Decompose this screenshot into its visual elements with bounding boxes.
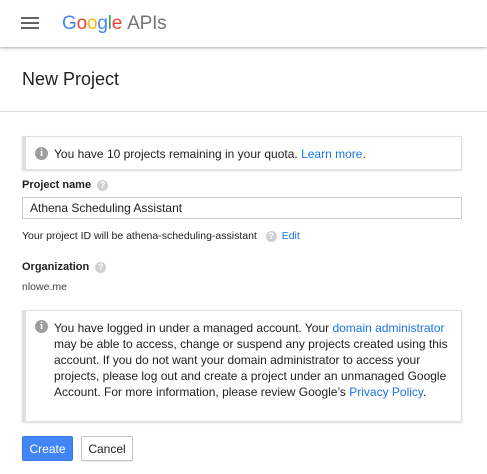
organization-label-text: Organization <box>22 261 90 273</box>
project-id-prefix: Your project ID will be <box>22 230 124 242</box>
logo-letter: g <box>97 13 108 34</box>
cancel-button[interactable]: Cancel <box>81 436 133 461</box>
logo-letter: o <box>76 13 88 34</box>
project-name-input[interactable] <box>22 197 462 219</box>
hamburger-menu-icon[interactable] <box>18 14 42 34</box>
quota-text: You have 10 projects remaining in your q… <box>54 147 366 161</box>
quota-notice: i You have 10 projects remaining in your… <box>22 136 462 170</box>
managed-text-part3: . <box>423 385 427 399</box>
project-id-line: Your project ID will be athena-schedulin… <box>22 230 300 242</box>
help-icon[interactable]: ? <box>97 179 109 191</box>
page-title: New Project <box>22 69 120 89</box>
quota-message: You have 10 projects remaining in your q… <box>54 147 298 161</box>
managed-text-part1: You have logged in under a managed accou… <box>54 321 333 335</box>
managed-account-notice: i You have logged in under a managed acc… <box>22 310 462 422</box>
managed-account-text: You have logged in under a managed accou… <box>54 320 454 400</box>
info-icon: i <box>35 147 48 160</box>
privacy-policy-link[interactable]: Privacy Policy <box>349 385 423 399</box>
top-app-bar: Google APIs <box>0 0 487 47</box>
organization-label: Organization? <box>22 261 107 273</box>
info-icon: i <box>35 320 48 333</box>
create-button[interactable]: Create <box>22 436 73 461</box>
quota-suffix: . <box>362 147 366 161</box>
help-icon[interactable]: ? <box>95 261 107 273</box>
page-header: New Project <box>0 47 487 112</box>
project-id-value: athena-scheduling-assistant <box>126 230 257 242</box>
logo-letter: o <box>86 13 98 34</box>
project-name-label-text: Project name <box>22 179 92 191</box>
organization-value: nlowe.me <box>22 281 67 293</box>
domain-administrator-link[interactable]: domain administrator <box>332 321 444 335</box>
logo-suffix: APIs <box>127 13 167 34</box>
logo-letter: G <box>62 13 77 34</box>
project-name-label: Project name? <box>22 179 109 191</box>
google-apis-logo[interactable]: Google APIs <box>62 12 167 36</box>
learn-more-link[interactable]: Learn more <box>301 147 362 161</box>
help-icon[interactable]: ? <box>265 230 277 242</box>
logo-letter: e <box>111 13 123 34</box>
edit-project-id-link[interactable]: Edit <box>282 230 300 242</box>
